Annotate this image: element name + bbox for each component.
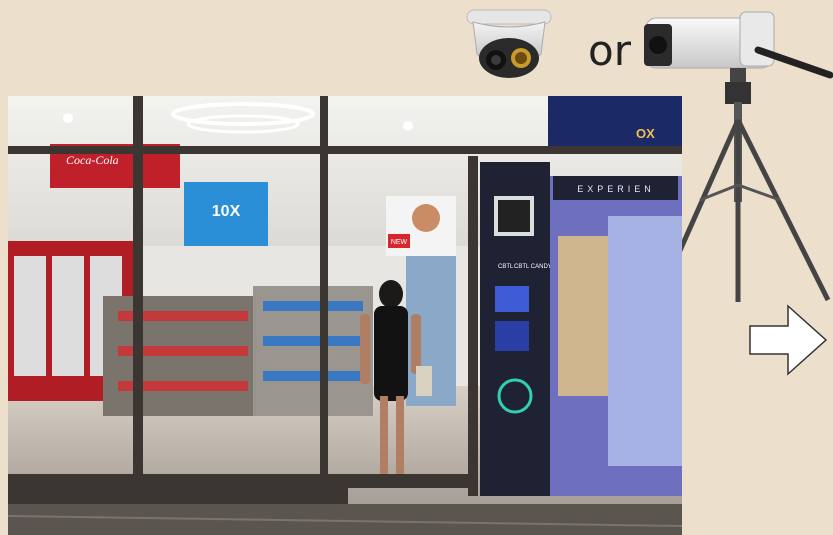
kiosk-header: EXPERIEN (577, 184, 655, 194)
brand-sign-1: Coca-Cola (66, 153, 119, 167)
store-entrance-photo: OX Coca-Cola 10X NEW CBTL CBTL CANDY EXP… (8, 96, 682, 535)
kiosk-label-1: CBTL (498, 264, 514, 270)
kiosk-label-2: CBTL CANDY (514, 264, 552, 270)
promo-text: 10X (212, 203, 241, 220)
dome-camera-icon (466, 9, 552, 78)
screen-text: OX (636, 126, 655, 141)
brand-sign-3: NEW (391, 239, 408, 246)
arrow-right-icon (749, 304, 828, 376)
or-label: or (588, 26, 631, 75)
